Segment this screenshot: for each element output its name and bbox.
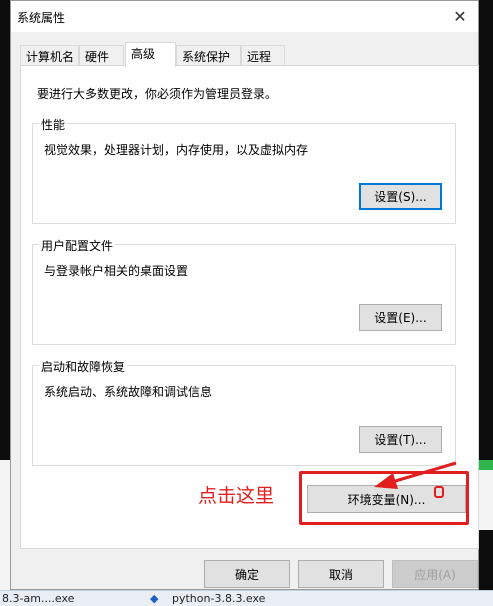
close-button[interactable]: ✕ xyxy=(442,1,478,32)
tab-system-protection[interactable]: 系统保护 xyxy=(176,45,241,65)
admin-notice: 要进行大多数更改，你必须作为管理员登录。 xyxy=(37,87,278,101)
annotation-highlight-box xyxy=(299,471,469,525)
title-bar: 系统属性 ✕ xyxy=(11,1,478,32)
background-window-left xyxy=(0,0,10,605)
user-profiles-settings-button[interactable]: 设置(E)... xyxy=(359,304,442,331)
startup-recovery-label: 启动和故障恢复 xyxy=(39,358,128,375)
tab-remote[interactable]: 远程 xyxy=(241,45,285,65)
startup-recovery-description: 系统启动、系统故障和调试信息 xyxy=(44,385,213,399)
user-profiles-group: 用户配置文件 与登录帐户相关的桌面设置 设置(E)... xyxy=(32,237,456,345)
cancel-button[interactable]: 取消 xyxy=(298,560,384,588)
close-icon: ✕ xyxy=(453,7,467,26)
ok-button[interactable]: 确定 xyxy=(204,560,290,588)
performance-label: 性能 xyxy=(39,116,68,133)
performance-description: 视觉效果，处理器计划，内存使用，以及虚拟内存 xyxy=(44,143,309,157)
tab-computer-name[interactable]: 计算机名 xyxy=(20,45,79,65)
taskbar-item-installer[interactable]: 8.3-am....exe xyxy=(2,592,74,605)
tab-hardware[interactable]: 硬件 xyxy=(79,45,124,65)
performance-settings-button[interactable]: 设置(S)... xyxy=(359,183,442,210)
apply-button[interactable]: 应用(A) xyxy=(392,560,478,588)
background-terminal-right xyxy=(479,0,493,605)
window-title: 系统属性 xyxy=(17,11,66,25)
annotation-marker xyxy=(434,486,444,498)
user-profiles-description: 与登录帐户相关的桌面设置 xyxy=(44,264,189,278)
annotation-text: 点击这里 xyxy=(198,485,275,507)
startup-recovery-group: 启动和故障恢复 系统启动、系统故障和调试信息 设置(T)... xyxy=(32,358,456,466)
tab-advanced[interactable]: 高级 xyxy=(125,42,176,67)
performance-group: 性能 视觉效果，处理器计划，内存使用，以及虚拟内存 设置(S)... xyxy=(32,116,456,224)
python-icon: ◆ xyxy=(150,592,159,605)
taskbar-item-python[interactable]: python-3.8.3.exe xyxy=(172,592,265,605)
user-profiles-label: 用户配置文件 xyxy=(39,237,116,254)
startup-recovery-settings-button[interactable]: 设置(T)... xyxy=(359,426,442,453)
taskbar: 8.3-am....exe ◆ python-3.8.3.exe xyxy=(0,590,493,606)
